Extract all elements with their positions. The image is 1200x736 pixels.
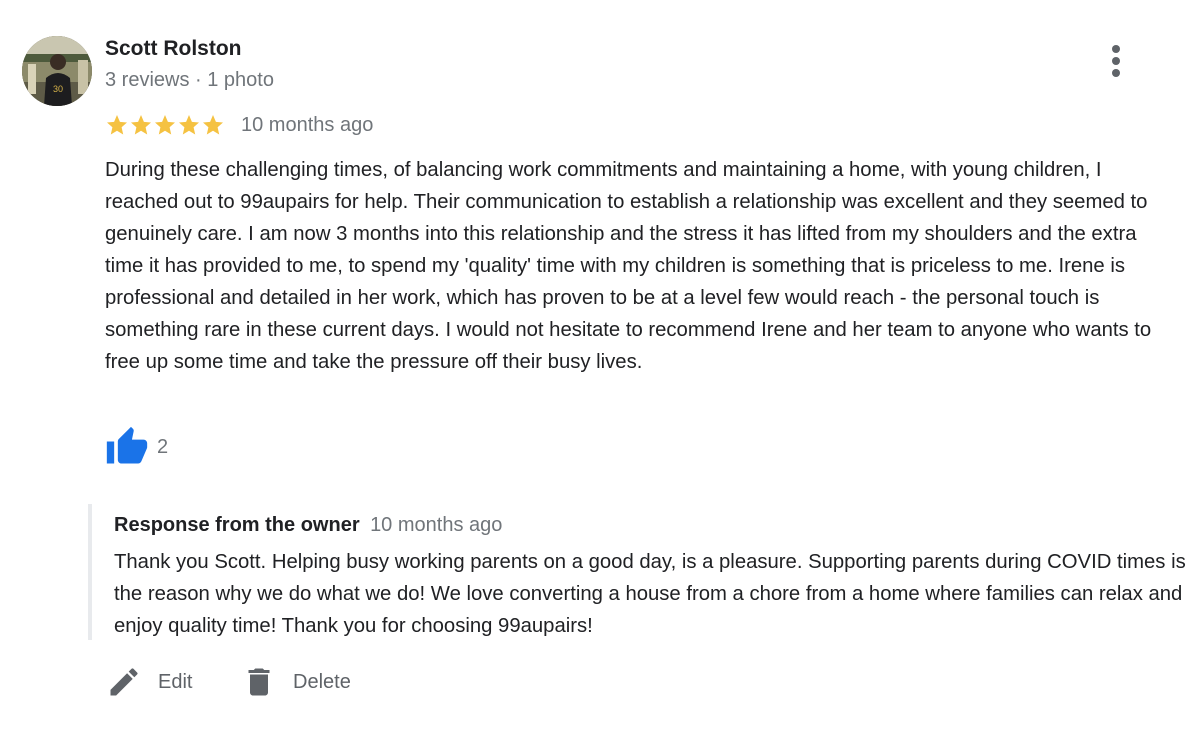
review-date: 10 months ago [241,113,374,136]
avatar-photo: 30 [22,36,92,106]
edit-label: Edit [158,670,193,693]
star-icon [131,115,151,135]
edit-button[interactable]: Edit [106,658,192,706]
review-text: During these challenging times, of balan… [105,159,1152,373]
owner-response: Response from the owner 10 months ago Th… [88,504,1187,640]
owner-response-text: Thank you Scott. Helping busy working pa… [114,551,1186,637]
star-icon [203,115,223,135]
trash-icon [248,668,270,696]
thumbs-up-icon[interactable] [105,425,149,469]
pencil-icon [110,668,138,696]
star-icon [155,115,175,135]
svg-text:30: 30 [53,84,63,94]
star-icon [107,115,127,135]
delete-label: Delete [293,670,351,693]
like-row: 2 [105,425,168,469]
more-options-button[interactable] [1100,42,1132,80]
owner-response-header: Response from the owner 10 months ago [114,514,502,537]
reviewer-meta: 3 reviews · 1 photo [105,69,274,91]
reviewer-avatar[interactable]: 30 [22,36,92,106]
owner-response-date: 10 months ago [370,514,503,536]
rating-row: 10 months ago [105,111,373,139]
star-icon [179,115,199,135]
like-count: 2 [157,435,169,458]
owner-response-title: Response from the owner [114,514,360,536]
delete-button[interactable]: Delete [241,658,351,706]
reviewer-name[interactable]: Scott Rolston [105,37,242,61]
star-rating [105,112,225,138]
